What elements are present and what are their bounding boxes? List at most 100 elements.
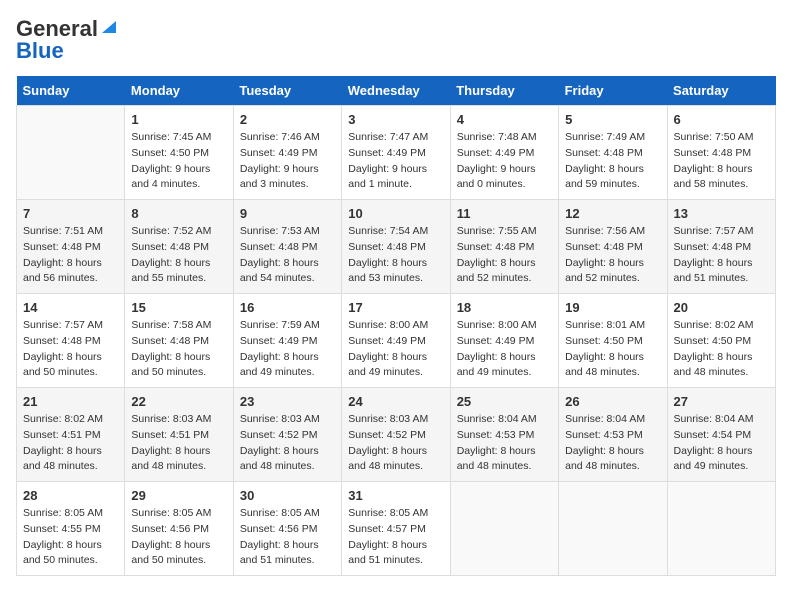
- calendar-cell: 11 Sunrise: 7:55 AMSunset: 4:48 PMDayligh…: [450, 200, 558, 294]
- day-info: Sunrise: 8:05 AMSunset: 4:57 PMDaylight:…: [348, 506, 443, 569]
- day-number: 13: [674, 206, 769, 221]
- calendar-cell: 18 Sunrise: 8:00 AMSunset: 4:49 PMDayligh…: [450, 294, 558, 388]
- day-info: Sunrise: 7:46 AMSunset: 4:49 PMDaylight:…: [240, 130, 335, 193]
- day-number: 7: [23, 206, 118, 221]
- day-info: Sunrise: 7:59 AMSunset: 4:49 PMDaylight:…: [240, 318, 335, 381]
- calendar-cell: 5 Sunrise: 7:49 AMSunset: 4:48 PMDaylight…: [559, 106, 667, 200]
- calendar-cell: 23Sunrise: 8:03 AMSunset: 4:52 PMDayligh…: [233, 388, 341, 482]
- day-number: 2: [240, 112, 335, 127]
- calendar-cell: 1 Sunrise: 7:45 AMSunset: 4:50 PMDaylight…: [125, 106, 233, 200]
- logo-blue: Blue: [16, 38, 64, 64]
- day-info: Sunrise: 7:49 AMSunset: 4:48 PMDaylight:…: [565, 130, 660, 193]
- day-number: 22: [131, 394, 226, 409]
- day-of-week-header: Wednesday: [342, 76, 450, 106]
- day-number: 10: [348, 206, 443, 221]
- day-info: Sunrise: 8:05 AMSunset: 4:55 PMDaylight:…: [23, 506, 118, 569]
- day-number: 1: [131, 112, 226, 127]
- page-header: General Blue: [16, 16, 776, 64]
- day-number: 17: [348, 300, 443, 315]
- calendar-cell: 8 Sunrise: 7:52 AMSunset: 4:48 PMDaylight…: [125, 200, 233, 294]
- day-info: Sunrise: 7:57 AMSunset: 4:48 PMDaylight:…: [23, 318, 118, 381]
- day-info: Sunrise: 8:03 AMSunset: 4:52 PMDaylight:…: [348, 412, 443, 475]
- calendar-cell: 28 Sunrise: 8:05 AMSunset: 4:55 PMDayligh…: [17, 482, 125, 576]
- calendar-cell: 30Sunrise: 8:05 AMSunset: 4:56 PMDayligh…: [233, 482, 341, 576]
- calendar-week-row: 21Sunrise: 8:02 AMSunset: 4:51 PMDayligh…: [17, 388, 776, 482]
- calendar-cell: [667, 482, 775, 576]
- logo: General Blue: [16, 16, 118, 64]
- day-info: Sunrise: 8:03 AMSunset: 4:51 PMDaylight:…: [131, 412, 226, 475]
- calendar-cell: 14 Sunrise: 7:57 AMSunset: 4:48 PMDayligh…: [17, 294, 125, 388]
- day-number: 27: [674, 394, 769, 409]
- day-number: 18: [457, 300, 552, 315]
- calendar-cell: 17 Sunrise: 8:00 AMSunset: 4:49 PMDayligh…: [342, 294, 450, 388]
- calendar-cell: 20Sunrise: 8:02 AMSunset: 4:50 PMDayligh…: [667, 294, 775, 388]
- day-info: Sunrise: 7:50 AMSunset: 4:48 PMDaylight:…: [674, 130, 769, 193]
- day-info: Sunrise: 7:45 AMSunset: 4:50 PMDaylight:…: [131, 130, 226, 193]
- day-info: Sunrise: 7:52 AMSunset: 4:48 PMDaylight:…: [131, 224, 226, 287]
- calendar-cell: 15 Sunrise: 7:58 AMSunset: 4:48 PMDayligh…: [125, 294, 233, 388]
- day-of-week-header: Friday: [559, 76, 667, 106]
- day-info: Sunrise: 8:04 AMSunset: 4:53 PMDaylight:…: [565, 412, 660, 475]
- day-info: Sunrise: 8:00 AMSunset: 4:49 PMDaylight:…: [348, 318, 443, 381]
- calendar-cell: 24 Sunrise: 8:03 AMSunset: 4:52 PMDayligh…: [342, 388, 450, 482]
- day-number: 19: [565, 300, 660, 315]
- day-info: Sunrise: 8:04 AMSunset: 4:54 PMDaylight:…: [674, 412, 769, 475]
- calendar-cell: 12 Sunrise: 7:56 AMSunset: 4:48 PMDayligh…: [559, 200, 667, 294]
- day-number: 21: [23, 394, 118, 409]
- calendar-cell: 2 Sunrise: 7:46 AMSunset: 4:49 PMDaylight…: [233, 106, 341, 200]
- day-info: Sunrise: 7:53 AMSunset: 4:48 PMDaylight:…: [240, 224, 335, 287]
- calendar-cell: [559, 482, 667, 576]
- day-number: 12: [565, 206, 660, 221]
- day-number: 24: [348, 394, 443, 409]
- day-number: 20: [674, 300, 769, 315]
- day-info: Sunrise: 7:56 AMSunset: 4:48 PMDaylight:…: [565, 224, 660, 287]
- day-number: 31: [348, 488, 443, 503]
- day-info: Sunrise: 7:51 AMSunset: 4:48 PMDaylight:…: [23, 224, 118, 287]
- calendar-cell: 7 Sunrise: 7:51 AMSunset: 4:48 PMDaylight…: [17, 200, 125, 294]
- day-number: 8: [131, 206, 226, 221]
- calendar-week-row: 14 Sunrise: 7:57 AMSunset: 4:48 PMDayligh…: [17, 294, 776, 388]
- day-info: Sunrise: 8:05 AMSunset: 4:56 PMDaylight:…: [131, 506, 226, 569]
- day-number: 15: [131, 300, 226, 315]
- calendar-cell: 21Sunrise: 8:02 AMSunset: 4:51 PMDayligh…: [17, 388, 125, 482]
- day-number: 9: [240, 206, 335, 221]
- day-of-week-header: Saturday: [667, 76, 775, 106]
- day-number: 4: [457, 112, 552, 127]
- day-info: Sunrise: 8:04 AMSunset: 4:53 PMDaylight:…: [457, 412, 552, 475]
- calendar-cell: 10Sunrise: 7:54 AMSunset: 4:48 PMDayligh…: [342, 200, 450, 294]
- day-number: 11: [457, 206, 552, 221]
- calendar-cell: 16 Sunrise: 7:59 AMSunset: 4:49 PMDayligh…: [233, 294, 341, 388]
- day-info: Sunrise: 7:47 AMSunset: 4:49 PMDaylight:…: [348, 130, 443, 193]
- calendar-cell: [450, 482, 558, 576]
- calendar-cell: 4 Sunrise: 7:48 AMSunset: 4:49 PMDaylight…: [450, 106, 558, 200]
- day-number: 28: [23, 488, 118, 503]
- calendar-cell: 25Sunrise: 8:04 AMSunset: 4:53 PMDayligh…: [450, 388, 558, 482]
- calendar-table: SundayMondayTuesdayWednesdayThursdayFrid…: [16, 76, 776, 576]
- day-number: 29: [131, 488, 226, 503]
- day-number: 5: [565, 112, 660, 127]
- day-info: Sunrise: 8:05 AMSunset: 4:56 PMDaylight:…: [240, 506, 335, 569]
- day-of-week-header: Sunday: [17, 76, 125, 106]
- calendar-cell: 6 Sunrise: 7:50 AMSunset: 4:48 PMDaylight…: [667, 106, 775, 200]
- day-info: Sunrise: 7:58 AMSunset: 4:48 PMDaylight:…: [131, 318, 226, 381]
- calendar-cell: 19 Sunrise: 8:01 AMSunset: 4:50 PMDayligh…: [559, 294, 667, 388]
- day-info: Sunrise: 7:57 AMSunset: 4:48 PMDaylight:…: [674, 224, 769, 287]
- day-info: Sunrise: 7:55 AMSunset: 4:48 PMDaylight:…: [457, 224, 552, 287]
- day-number: 16: [240, 300, 335, 315]
- calendar-cell: 26Sunrise: 8:04 AMSunset: 4:53 PMDayligh…: [559, 388, 667, 482]
- day-number: 14: [23, 300, 118, 315]
- calendar-cell: 13 Sunrise: 7:57 AMSunset: 4:48 PMDayligh…: [667, 200, 775, 294]
- day-info: Sunrise: 8:01 AMSunset: 4:50 PMDaylight:…: [565, 318, 660, 381]
- calendar-header-row: SundayMondayTuesdayWednesdayThursdayFrid…: [17, 76, 776, 106]
- day-info: Sunrise: 7:48 AMSunset: 4:49 PMDaylight:…: [457, 130, 552, 193]
- day-of-week-header: Tuesday: [233, 76, 341, 106]
- day-info: Sunrise: 8:00 AMSunset: 4:49 PMDaylight:…: [457, 318, 552, 381]
- calendar-cell: 3 Sunrise: 7:47 AMSunset: 4:49 PMDaylight…: [342, 106, 450, 200]
- calendar-cell: 31 Sunrise: 8:05 AMSunset: 4:57 PMDayligh…: [342, 482, 450, 576]
- logo-triangle-icon: [100, 19, 118, 35]
- day-number: 6: [674, 112, 769, 127]
- calendar-cell: 9 Sunrise: 7:53 AMSunset: 4:48 PMDaylight…: [233, 200, 341, 294]
- calendar-cell: [17, 106, 125, 200]
- day-info: Sunrise: 8:03 AMSunset: 4:52 PMDaylight:…: [240, 412, 335, 475]
- day-number: 3: [348, 112, 443, 127]
